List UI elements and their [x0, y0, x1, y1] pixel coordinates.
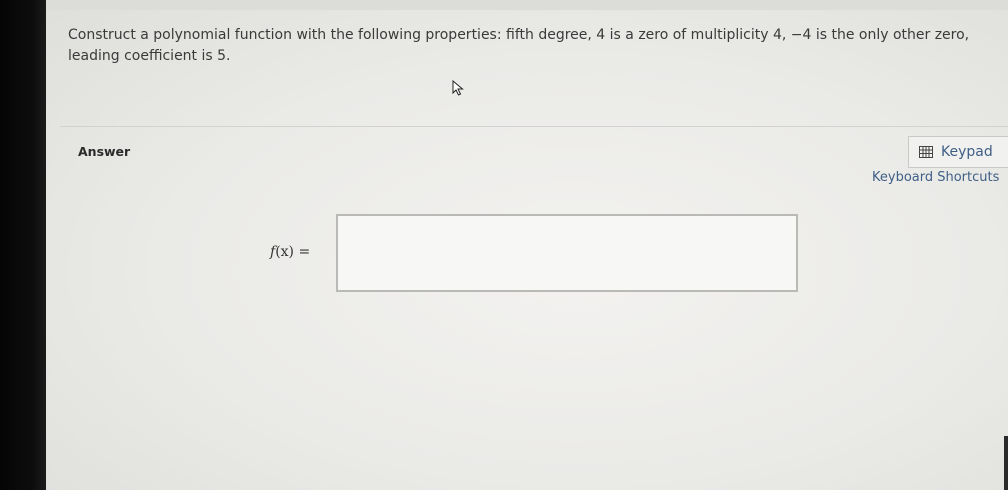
monitor-bezel [0, 0, 46, 490]
question-panel: Construct a polynomial function with the… [46, 0, 1008, 490]
screen-edge [1004, 436, 1008, 490]
equals-sign: = [294, 244, 311, 260]
question-text: Construct a polynomial function with the… [68, 27, 970, 64]
keyboard-shortcuts-link[interactable]: Keyboard Shortcuts [872, 170, 999, 185]
section-divider [60, 126, 1008, 127]
keypad-label: Keypad [941, 144, 993, 160]
top-strip [46, 0, 1008, 10]
screen: Construct a polynomial function with the… [0, 0, 1008, 490]
mouse-pointer-icon [452, 80, 464, 96]
function-label: f(x) = [270, 244, 310, 260]
answer-input[interactable] [336, 214, 798, 292]
keypad-button[interactable]: Keypad [908, 136, 1008, 168]
keypad-grid-icon [919, 146, 933, 158]
answer-label: Answer [78, 144, 131, 159]
function-argument: (x) [275, 244, 295, 260]
